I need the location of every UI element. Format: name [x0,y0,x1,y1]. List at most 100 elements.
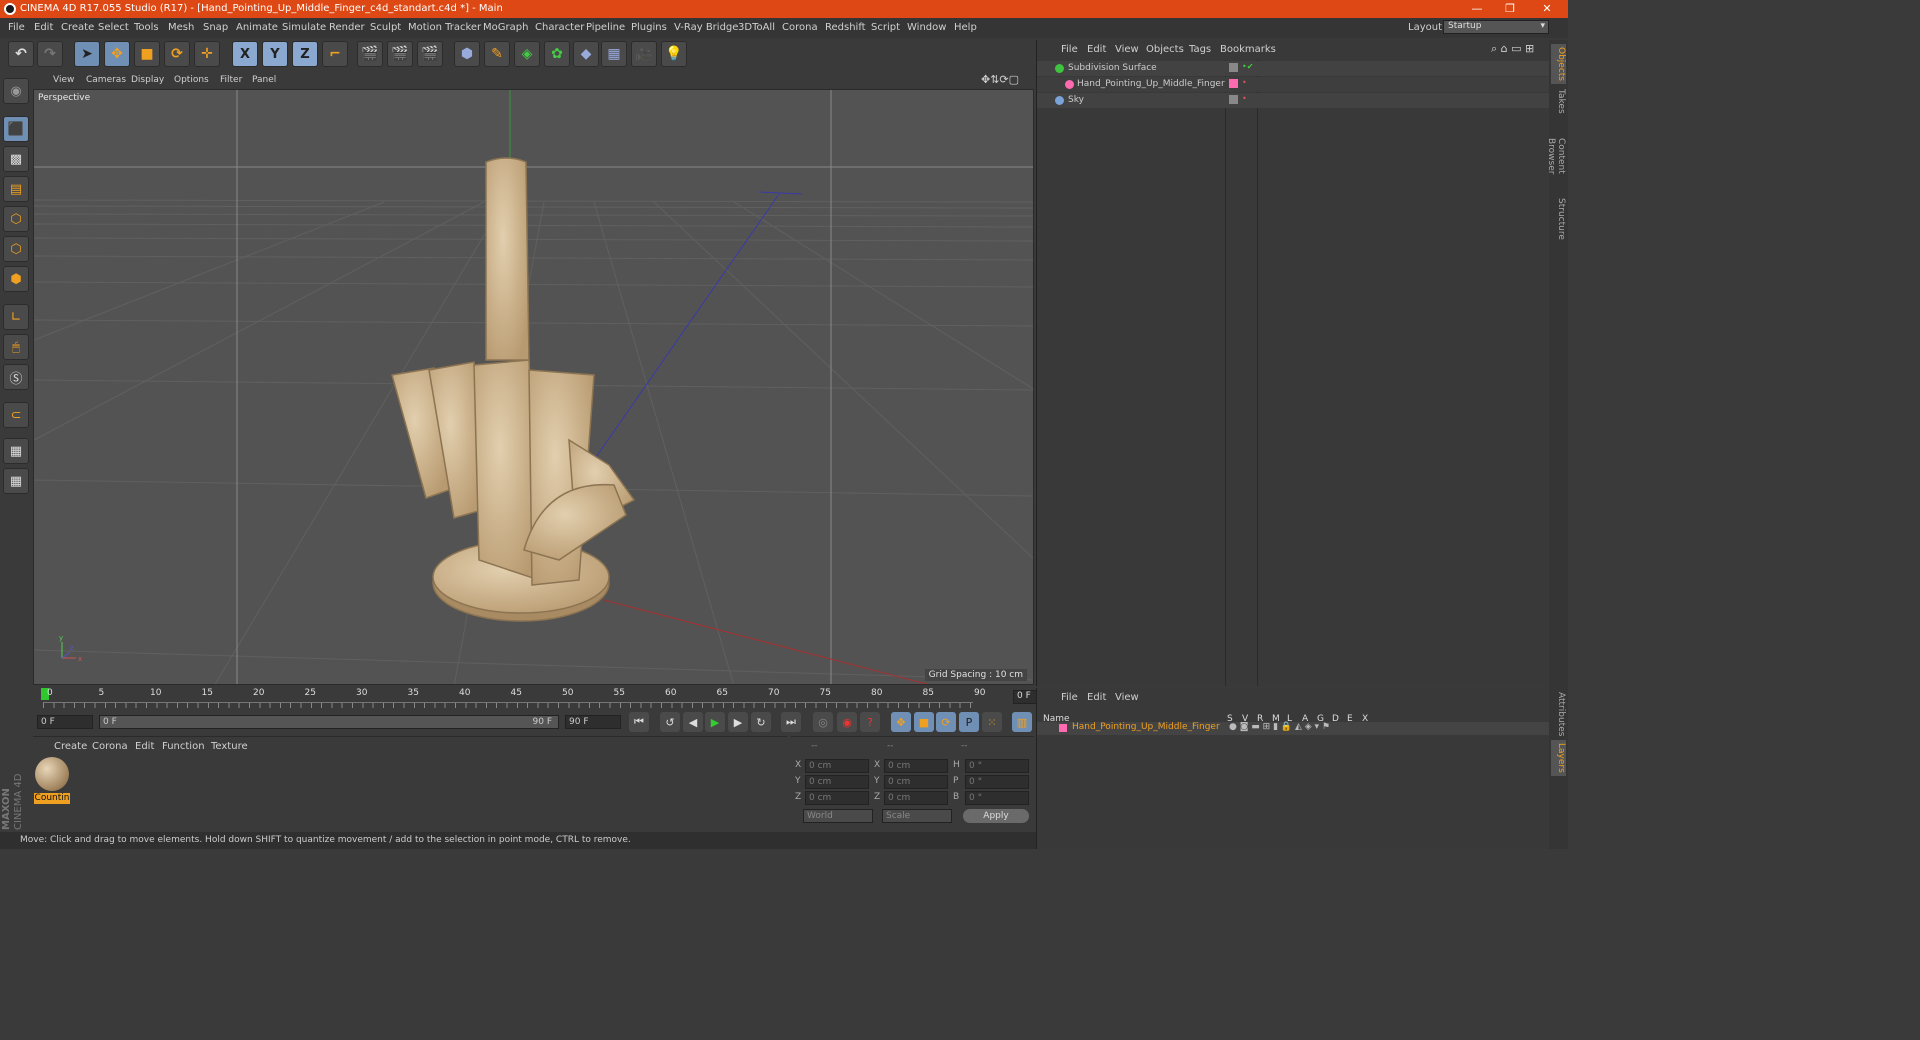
coord-value-field[interactable]: 0 ° [965,759,1029,773]
object-manager-search-icons[interactable]: ⌕ ⌂ ▭ ⊞ [1491,42,1534,56]
workplane-lock-icon[interactable]: ▦ [3,438,29,464]
record-keys-icon[interactable]: ◎ [813,712,833,732]
menu-plugins[interactable]: Plugins [631,22,667,33]
menu-mograph[interactable]: MoGraph [483,22,528,33]
tweak-mode-icon[interactable]: 🖱 [3,334,29,360]
scale-tool-icon[interactable]: ■ [134,41,160,67]
menu-select[interactable]: Select [98,22,129,33]
menu-character[interactable]: Character [535,22,584,33]
redo-icon[interactable]: ↷ [37,41,63,67]
snap-icon[interactable]: Ⓢ [3,364,29,390]
size-mode-dropdown[interactable]: Scale [882,809,952,823]
move-tool-icon[interactable]: ✥ [104,41,130,67]
menu-mesh[interactable]: Mesh [168,22,194,33]
menu-window[interactable]: Window [907,22,946,33]
object-layer-swatch[interactable] [1229,79,1238,88]
material-swatch[interactable] [35,757,69,791]
apply-button[interactable]: Apply [963,809,1029,823]
magnet-icon[interactable]: ⊂ [3,402,29,428]
keyframe-selection-icon[interactable]: ? [860,712,880,732]
menu-file[interactable]: File [8,22,25,33]
key-position-icon[interactable]: ✥ [891,712,911,732]
layer-color-swatch[interactable] [1059,724,1067,732]
side-tab-takes[interactable]: Takes [1551,86,1566,116]
object-name[interactable]: Hand_Pointing_Up_Middle_Finger [1077,79,1225,89]
coord-value-field[interactable]: 0 cm [884,775,948,789]
deformer-icon[interactable]: ◆ [573,41,599,67]
key-rotation-icon[interactable]: ⟳ [936,712,956,732]
menu-corona[interactable]: Corona [782,22,818,33]
menu-script[interactable]: Script [871,22,900,33]
layer-menu-file[interactable]: File [1061,692,1078,703]
object-row[interactable]: Hand_Pointing_Up_Middle_Finger • [1037,77,1549,92]
range-slider[interactable]: 0 F 90 F [99,715,559,729]
side-tab-structure[interactable]: Structure [1551,196,1566,242]
render-view-icon[interactable]: 🎬 [357,41,383,67]
y-axis-lock-button[interactable]: Y [262,41,288,67]
coord-value-field[interactable]: 0 cm [805,791,869,805]
menu-edit[interactable]: Edit [34,22,53,33]
previous-key-icon[interactable]: ↺ [660,712,680,732]
obj-menu-bookmarks[interactable]: Bookmarks [1220,44,1276,55]
menu-vray-bridge[interactable]: V-Ray Bridge [674,22,738,33]
grid-snap-icon[interactable]: ▦ [3,468,29,494]
visibility-dots-icon[interactable]: •✔ [1242,62,1253,71]
menu-animate[interactable]: Animate [236,22,278,33]
object-row[interactable]: Subdivision Surface •✔ [1037,61,1549,76]
obj-menu-file[interactable]: File [1061,44,1078,55]
vp-menu-filter[interactable]: Filter [220,75,242,85]
menu-motion-tracker[interactable]: Motion Tracker [408,22,481,33]
mat-menu-corona[interactable]: Corona [92,741,128,752]
play-icon[interactable]: ▶ [705,712,725,732]
minimize-icon[interactable]: — [1467,2,1487,16]
mat-menu-texture[interactable]: Texture [211,741,248,752]
edges-mode-icon[interactable]: ⬡ [3,236,29,262]
go-to-start-icon[interactable]: ⏮ [629,712,649,732]
points-mode-icon[interactable]: ⬡ [3,206,29,232]
obj-menu-tags[interactable]: Tags [1189,44,1211,55]
object-name[interactable]: Subdivision Surface [1068,63,1157,73]
timeline-window-icon[interactable]: ▥ [1012,712,1032,732]
cube-primitive-icon[interactable]: ⬢ [454,41,480,67]
axis-mode-icon[interactable]: ∟ [3,304,29,330]
render-settings-icon[interactable]: 🎬 [417,41,443,67]
floor-icon[interactable]: ▦ [601,41,627,67]
object-layer-swatch[interactable] [1229,63,1238,72]
coord-value-field[interactable]: 0 ° [965,775,1029,789]
rotate-tool-icon[interactable]: ⟳ [164,41,190,67]
visibility-dots-icon[interactable]: • [1242,78,1247,87]
key-parameter-icon[interactable]: P [959,712,979,732]
material-name[interactable]: Countin [34,793,70,804]
timeline-ruler[interactable]: 0 5 10 15 20 25 30 35 40 45 50 55 60 65 70 75 80 85 90 0 F [33,686,1065,712]
side-tab-attributes[interactable]: Attributes [1551,690,1566,738]
layer-row[interactable]: Hand_Pointing_Up_Middle_Finger ● ◙ ▬ ⊞ ▮… [1037,722,1549,735]
object-row[interactable]: Sky • [1037,93,1549,108]
start-frame-field[interactable]: 0 F [37,715,93,729]
coordinate-system-icon[interactable]: ⌐ [322,41,348,67]
viewport-navigation-icons[interactable]: ✥⇅⟳▢ [981,73,1019,86]
mat-menu-edit[interactable]: Edit [135,741,154,752]
subdivision-surface-icon[interactable]: ◈ [514,41,540,67]
menu-redshift[interactable]: Redshift [825,22,866,33]
pen-spline-icon[interactable]: ✎ [484,41,510,67]
layer-toggle-icons[interactable]: ● ◙ ▬ ⊞ ▮ 🔒 ◭ ◈ ▾ ⚑ [1229,722,1330,732]
next-frame-icon[interactable]: ▶ [728,712,748,732]
object-layer-swatch[interactable] [1229,95,1238,104]
menu-render[interactable]: Render [329,22,365,33]
mat-menu-function[interactable]: Function [162,741,205,752]
perspective-viewport[interactable]: y x z Perspective Grid Spacing : 10 cm [33,89,1034,685]
vp-menu-view[interactable]: View [53,75,74,85]
menu-help[interactable]: Help [954,22,977,33]
vp-menu-panel[interactable]: Panel [252,75,276,85]
side-tab-objects[interactable]: Objects [1551,44,1566,84]
layout-dropdown[interactable]: Startup ▾ [1443,20,1549,34]
vp-menu-options[interactable]: Options [174,75,209,85]
model-mode-icon[interactable]: ⬛ [3,116,29,142]
menu-pipeline[interactable]: Pipeline [586,22,625,33]
undo-icon[interactable]: ↶ [8,41,34,67]
select-arrow-icon[interactable]: ➤ [74,41,100,67]
coord-value-field[interactable]: 0 cm [805,775,869,789]
x-axis-lock-button[interactable]: X [232,41,258,67]
camera-icon[interactable]: 🎥 [631,41,657,67]
menu-snap[interactable]: Snap [203,22,228,33]
